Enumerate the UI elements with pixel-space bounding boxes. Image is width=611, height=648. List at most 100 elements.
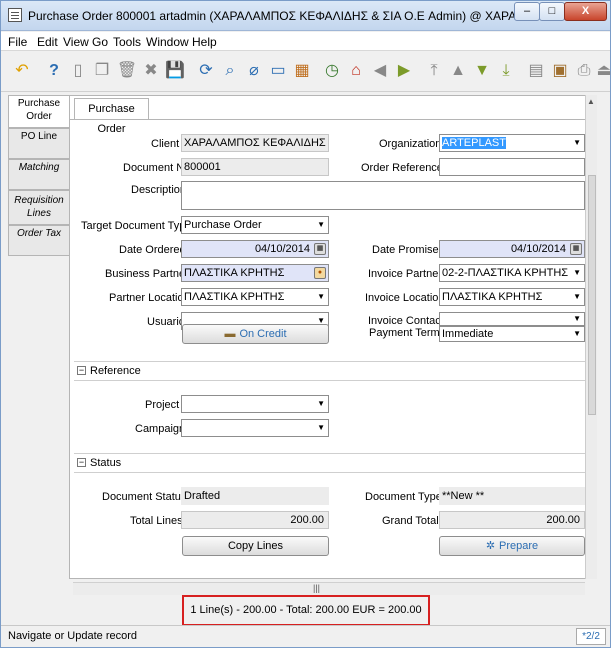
chevron-down-icon[interactable]: ▼ xyxy=(317,420,325,436)
menu-view[interactable]: View xyxy=(63,35,89,49)
document-no-field: 800001 xyxy=(181,158,329,176)
delete-selection-icon[interactable]: ✖ xyxy=(140,60,162,82)
organization-value: ARTEPLAST xyxy=(442,137,506,149)
reference-section-header[interactable]: − Reference xyxy=(74,361,585,381)
description-label: Description xyxy=(131,184,187,196)
usuario-label: Usuario xyxy=(147,316,185,328)
home-icon[interactable]: ⌂ xyxy=(345,60,367,82)
total-lines-field: 200.00 xyxy=(181,511,329,529)
report-icon[interactable]: ▤ xyxy=(525,60,547,82)
document-status-label: Document Status xyxy=(102,491,187,503)
scroll-thumb[interactable] xyxy=(588,175,596,415)
copy-icon[interactable]: ❐ xyxy=(91,60,113,82)
menu-tools[interactable]: Tools xyxy=(113,35,141,49)
campaign-select[interactable]: ▼ xyxy=(181,419,329,437)
undo-icon[interactable]: ↶ xyxy=(11,60,33,82)
chevron-down-icon[interactable]: ▼ xyxy=(573,289,581,305)
chevron-down-icon[interactable]: ▼ xyxy=(317,217,325,233)
project-select[interactable]: ▼ xyxy=(181,395,329,413)
description-input[interactable] xyxy=(181,181,585,210)
invoice-partner-select[interactable]: 02-2-ΠΛΑΣΤΙΚΑ ΚΡΗΤΗΣ ▼ xyxy=(439,264,585,282)
tab-requisition-lines[interactable]: Requisition Lines xyxy=(8,190,69,225)
chevron-down-icon[interactable]: ▼ xyxy=(573,327,581,341)
status-section-header[interactable]: − Status xyxy=(74,453,585,473)
chevron-down-icon[interactable]: ▼ xyxy=(317,396,325,412)
collapse-icon[interactable]: − xyxy=(77,458,86,467)
lookup-person-icon[interactable]: ● xyxy=(314,267,326,279)
minimize-button[interactable]: – xyxy=(514,2,540,21)
print-icon[interactable]: ⎙ xyxy=(573,60,595,82)
chevron-down-icon[interactable]: ▼ xyxy=(573,135,581,151)
menu-file[interactable]: File xyxy=(8,35,27,49)
record-indicator[interactable]: *2/2 xyxy=(576,628,606,645)
last-record-icon[interactable]: ⤓ xyxy=(495,60,517,82)
prepare-button[interactable]: ✲ Prepare xyxy=(439,536,585,556)
vertical-scrollbar[interactable]: ▲ xyxy=(585,95,597,579)
archive-icon[interactable]: ▣ xyxy=(549,60,571,82)
help-icon[interactable]: ? xyxy=(43,60,65,82)
chat-icon[interactable]: ▭ xyxy=(267,60,289,82)
organization-select[interactable]: ARTEPLAST ▼ xyxy=(439,134,585,152)
document-status-field: Drafted xyxy=(181,487,329,505)
back-icon[interactable]: ◀ xyxy=(369,60,391,82)
refresh-icon[interactable]: ⟳ xyxy=(195,60,217,82)
tab-order-tax[interactable]: Order Tax xyxy=(8,225,69,256)
copy-lines-button[interactable]: Copy Lines xyxy=(182,536,329,556)
title-bar[interactable]: Purchase Order 800001 artadmin (ΧΑΡΑΛΑΜΠ… xyxy=(1,1,610,31)
previous-record-icon[interactable]: ▲ xyxy=(447,60,469,82)
payment-term-select[interactable]: Immediate ▼ xyxy=(439,326,585,342)
horizontal-scrollbar[interactable]: ||| xyxy=(73,582,585,595)
chevron-down-icon[interactable]: ▼ xyxy=(573,265,581,281)
tab-matching[interactable]: Matching xyxy=(8,159,69,190)
purchase-order-window: Purchase Order 800001 artadmin (ΧΑΡΑΛΑΜΠ… xyxy=(0,0,611,648)
document-type-label: Document Type xyxy=(365,491,442,503)
forward-icon[interactable]: ▶ xyxy=(393,60,415,82)
grand-total-label: Grand Total xyxy=(382,515,439,527)
menu-window[interactable]: Window xyxy=(146,35,189,49)
save-icon[interactable]: 💾 xyxy=(164,60,186,82)
menu-go[interactable]: Go xyxy=(92,35,108,49)
credit-card-icon: ▬ xyxy=(224,328,236,340)
on-credit-button[interactable]: ▬ On Credit xyxy=(182,324,329,344)
collapse-icon[interactable]: − xyxy=(77,366,86,375)
client-label: Client xyxy=(151,138,180,150)
target-doc-type-label: Target Document Type xyxy=(81,220,192,232)
tab-po-line[interactable]: PO Line xyxy=(8,128,69,159)
date-ordered-input[interactable]: 04/10/2014 ▦ xyxy=(181,240,329,258)
scroll-up-icon[interactable]: ▲ xyxy=(587,97,595,106)
chevron-down-icon[interactable]: ▼ xyxy=(573,313,581,325)
invoice-location-value: ΠΛΑΣΤΙΚΑ ΚΡΗΤΗΣ xyxy=(442,291,543,303)
target-doc-type-select[interactable]: Purchase Order ▼ xyxy=(181,216,329,234)
organization-label: Organization xyxy=(379,138,442,150)
delete-icon[interactable]: 🗑 xyxy=(116,60,138,82)
maximize-button[interactable]: □ xyxy=(539,2,565,21)
find-icon[interactable]: ⌕ xyxy=(219,60,241,82)
grand-total-field: 200.00 xyxy=(439,511,585,529)
first-record-icon[interactable]: ⤒ xyxy=(423,60,445,82)
menu-edit[interactable]: Edit xyxy=(37,35,58,49)
close-button[interactable]: X xyxy=(564,2,607,21)
status-section-title: Status xyxy=(90,457,122,469)
next-record-icon[interactable]: ▼ xyxy=(471,60,493,82)
gear-icon: ✲ xyxy=(485,540,496,552)
history-icon[interactable]: ◷ xyxy=(321,60,343,82)
calendar-icon[interactable]: ▦ xyxy=(570,243,582,255)
date-promised-input[interactable]: 04/10/2014 ▦ xyxy=(439,240,585,258)
date-ordered-label: Date Ordered xyxy=(119,244,186,256)
invoice-contact-select[interactable]: ▼ xyxy=(439,312,585,326)
partner-location-value: ΠΛΑΣΤΙΚΑ ΚΡΗΤΗΣ xyxy=(184,291,285,303)
tab-purchase-order[interactable]: Purchase Order xyxy=(8,95,70,128)
exit-icon[interactable]: ⏏ xyxy=(597,60,611,82)
chevron-down-icon[interactable]: ▼ xyxy=(317,289,325,305)
order-reference-input[interactable] xyxy=(439,158,585,176)
partner-location-select[interactable]: ΠΛΑΣΤΙΚΑ ΚΡΗΤΗΣ ▼ xyxy=(181,288,329,306)
business-partner-value: ΠΛΑΣΤΙΚΑ ΚΡΗΤΗΣ xyxy=(184,267,285,279)
new-icon[interactable]: ▯ xyxy=(67,60,89,82)
menu-help[interactable]: Help xyxy=(192,35,217,49)
scroll-grip-icon[interactable]: ||| xyxy=(313,583,320,593)
grid-toggle-icon[interactable]: ▦ xyxy=(291,60,313,82)
business-partner-input[interactable]: ΠΛΑΣΤΙΚΑ ΚΡΗΤΗΣ ● xyxy=(181,264,329,282)
calendar-icon[interactable]: ▦ xyxy=(314,243,326,255)
invoice-location-select[interactable]: ΠΛΑΣΤΙΚΑ ΚΡΗΤΗΣ ▼ xyxy=(439,288,585,306)
attachment-icon[interactable]: ⌀ xyxy=(243,60,265,82)
